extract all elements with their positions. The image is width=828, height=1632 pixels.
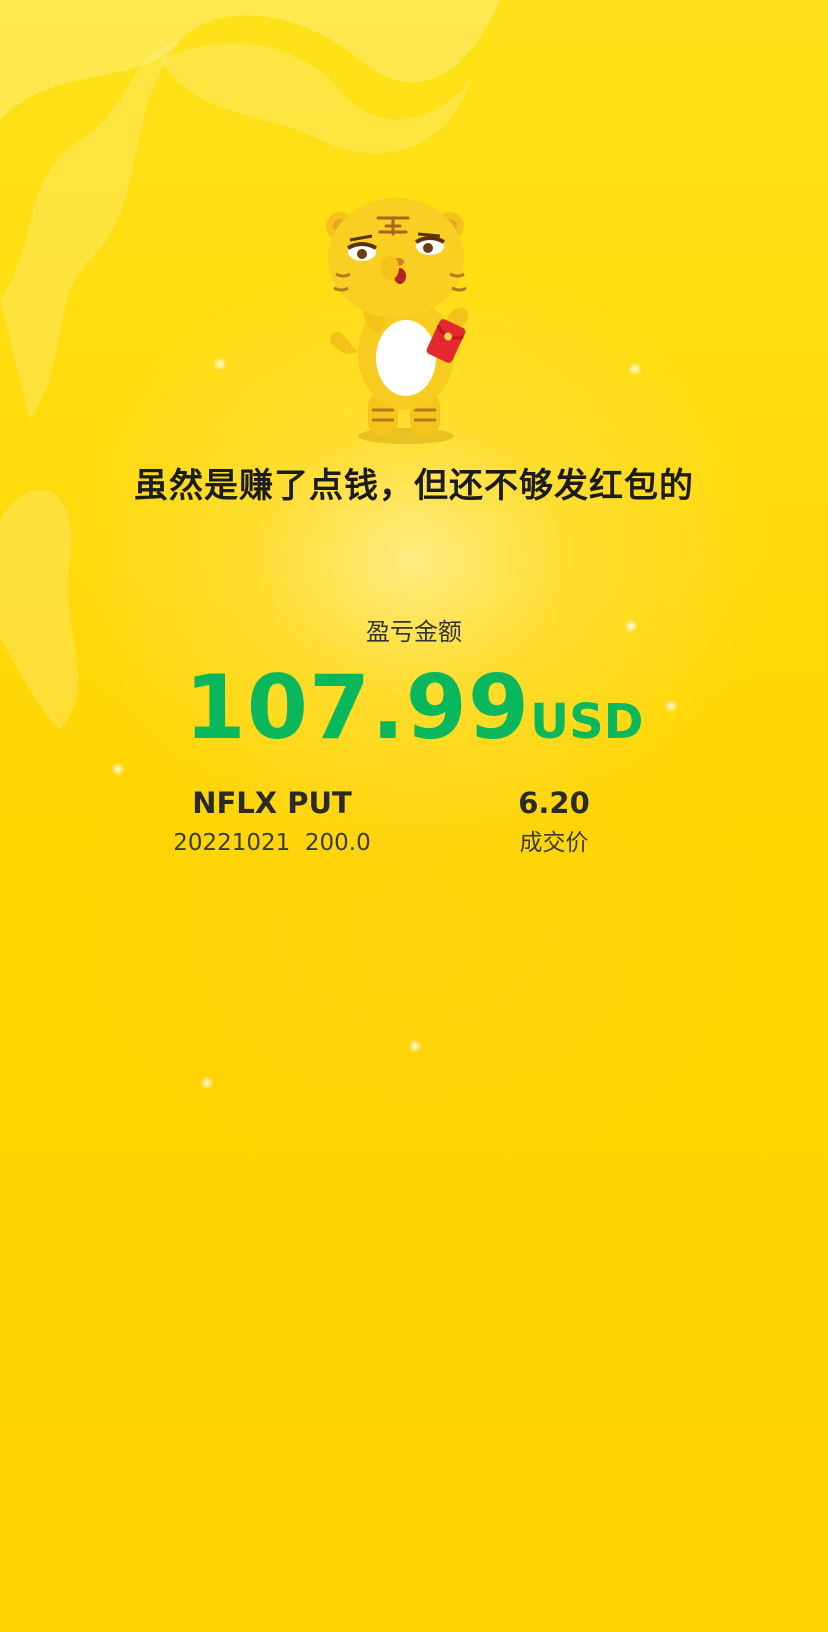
contract-symbol: NFLX PUT [192, 786, 352, 820]
pnl-label: 盈亏金额 [366, 618, 462, 646]
contract-expiry-strike: 20221021 200.0 [173, 830, 371, 856]
sparkle [628, 362, 642, 376]
tiger-mascot-icon [326, 198, 469, 444]
contract-info: NFLX PUT 20221021 200.0 [162, 786, 382, 858]
sparkle [200, 1076, 214, 1090]
trade-price: 6.20 [518, 786, 590, 820]
trade-price-info: 6.20 成交价 [474, 786, 634, 858]
sparkle [408, 1039, 422, 1053]
sparkle [213, 357, 227, 371]
trade-details: NFLX PUT 20221021 200.0 6.20 成交价 [0, 786, 828, 876]
pnl-value: 107.99 [184, 656, 531, 759]
pnl-amount: 107.99USD [0, 658, 828, 772]
headline-message: 虽然是赚了点钱，但还不够发红包的 [134, 466, 694, 506]
trade-price-label: 成交价 [519, 830, 589, 856]
pnl-currency: USD [530, 694, 644, 750]
